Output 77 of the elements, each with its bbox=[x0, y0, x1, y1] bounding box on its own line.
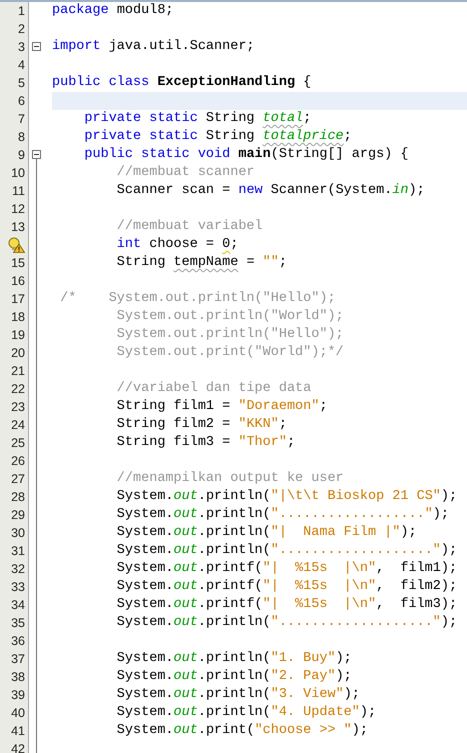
line-number: 27 bbox=[11, 472, 25, 486]
lightbulb-warning-icon[interactable] bbox=[8, 237, 25, 253]
code-line: System.out.println("| Nama Film |"); bbox=[116, 524, 418, 542]
line-number: 9 bbox=[18, 148, 25, 162]
line-number: 23 bbox=[11, 400, 25, 414]
line-number: 32 bbox=[11, 562, 25, 576]
code-line: System.out.println("4. Update"); bbox=[116, 704, 378, 722]
code-line: System.out.println("|\t\t Bioskop 21 CS"); bbox=[116, 488, 458, 506]
line-number: 38 bbox=[11, 670, 25, 684]
line-number: 25 bbox=[11, 436, 25, 450]
line-number: 42 bbox=[11, 742, 25, 753]
code-line: System.out.print("choose >> "); bbox=[116, 722, 369, 740]
line-number: 7 bbox=[18, 112, 25, 126]
line-number: 24 bbox=[11, 418, 25, 432]
code-line: Scanner scan = new Scanner(System.in); bbox=[116, 182, 426, 200]
line-number: 11 bbox=[12, 184, 25, 198]
line-number: 13 bbox=[11, 220, 25, 234]
code-line: System.out.printf("| %15s |\n", film1); bbox=[116, 560, 458, 578]
line-number: 17 bbox=[11, 292, 25, 306]
code-line: String film2 = "KKN"; bbox=[116, 416, 288, 434]
line-number: 2 bbox=[18, 22, 25, 36]
code-line: //menampilkan output ke user bbox=[116, 470, 345, 488]
code-line: //membuat variabel bbox=[116, 218, 264, 236]
code-line: int choose = 0; bbox=[116, 236, 240, 254]
fold-collapse-icon[interactable] bbox=[32, 42, 41, 51]
line-number: 6 bbox=[18, 94, 25, 108]
code-line: /* System.out.println("Hello"); bbox=[59, 290, 337, 308]
code-line: System.out.printf("| %15s |\n", film2); bbox=[116, 578, 458, 596]
code-line: System.out.println("3. View"); bbox=[116, 686, 361, 704]
code-line: //variabel dan tipe data bbox=[116, 380, 312, 398]
code-line: //membuat scanner bbox=[116, 164, 256, 182]
line-number: 33 bbox=[11, 580, 25, 594]
code-line: System.out.println("2. Pay"); bbox=[116, 668, 353, 686]
line-number: 41 bbox=[11, 724, 25, 738]
line-number: 3 bbox=[18, 40, 25, 54]
line-number: 35 bbox=[11, 616, 25, 630]
line-number: 30 bbox=[11, 526, 25, 540]
code-line: System.out.println("1. Buy"); bbox=[116, 650, 353, 668]
line-number: 5 bbox=[18, 76, 25, 90]
line-number: 10 bbox=[11, 166, 25, 180]
line-number: 16 bbox=[11, 274, 25, 288]
code-line: System.out.print("World");*/ bbox=[116, 344, 345, 362]
line-number: 20 bbox=[11, 346, 25, 360]
code-line: String film3 = "Thor"; bbox=[116, 434, 296, 452]
line-number: 31 bbox=[11, 544, 25, 558]
code-line: String film1 = "Doraemon"; bbox=[116, 398, 328, 416]
line-number: 4 bbox=[18, 58, 25, 72]
code-line: private static String total; bbox=[83, 110, 312, 128]
line-number: 36 bbox=[11, 634, 25, 648]
line-number: 40 bbox=[11, 706, 25, 720]
code-line: String tempName = ""; bbox=[116, 254, 288, 272]
fold-collapse-icon[interactable] bbox=[32, 150, 41, 159]
code-line: System.out.println("..................."); bbox=[116, 542, 458, 560]
line-number: 12 bbox=[11, 202, 25, 216]
line-number: 8 bbox=[18, 130, 25, 144]
line-number: 18 bbox=[11, 310, 25, 324]
line-number: 22 bbox=[11, 382, 25, 396]
line-number: 19 bbox=[11, 328, 25, 342]
line-number: 1 bbox=[18, 4, 25, 18]
code-line: private static String totalprice; bbox=[83, 128, 353, 146]
code-line: import java.util.Scanner; bbox=[52, 38, 256, 56]
line-number: 37 bbox=[11, 652, 25, 666]
code-line: System.out.println(".................."); bbox=[116, 506, 450, 524]
line-number: 21 bbox=[11, 364, 25, 378]
code-line: public static void main(String[] args) { bbox=[83, 146, 410, 164]
code-line: package modul8; bbox=[52, 2, 175, 20]
code-line: System.out.printf("| %15s |\n", film3); bbox=[116, 596, 458, 614]
line-number: 15 bbox=[11, 256, 25, 270]
line-number: 28 bbox=[11, 490, 25, 504]
code-line: System.out.println("..................."); bbox=[116, 614, 458, 632]
line-number: 39 bbox=[11, 688, 25, 702]
line-number: 34 bbox=[11, 598, 25, 612]
code-line: public class ExceptionHandling { bbox=[52, 74, 312, 92]
line-number: 26 bbox=[11, 454, 25, 468]
line-number: 29 bbox=[11, 508, 25, 522]
code-line: System.out.println("Hello"); bbox=[116, 326, 345, 344]
code-line: System.out.println("World"); bbox=[116, 308, 345, 326]
